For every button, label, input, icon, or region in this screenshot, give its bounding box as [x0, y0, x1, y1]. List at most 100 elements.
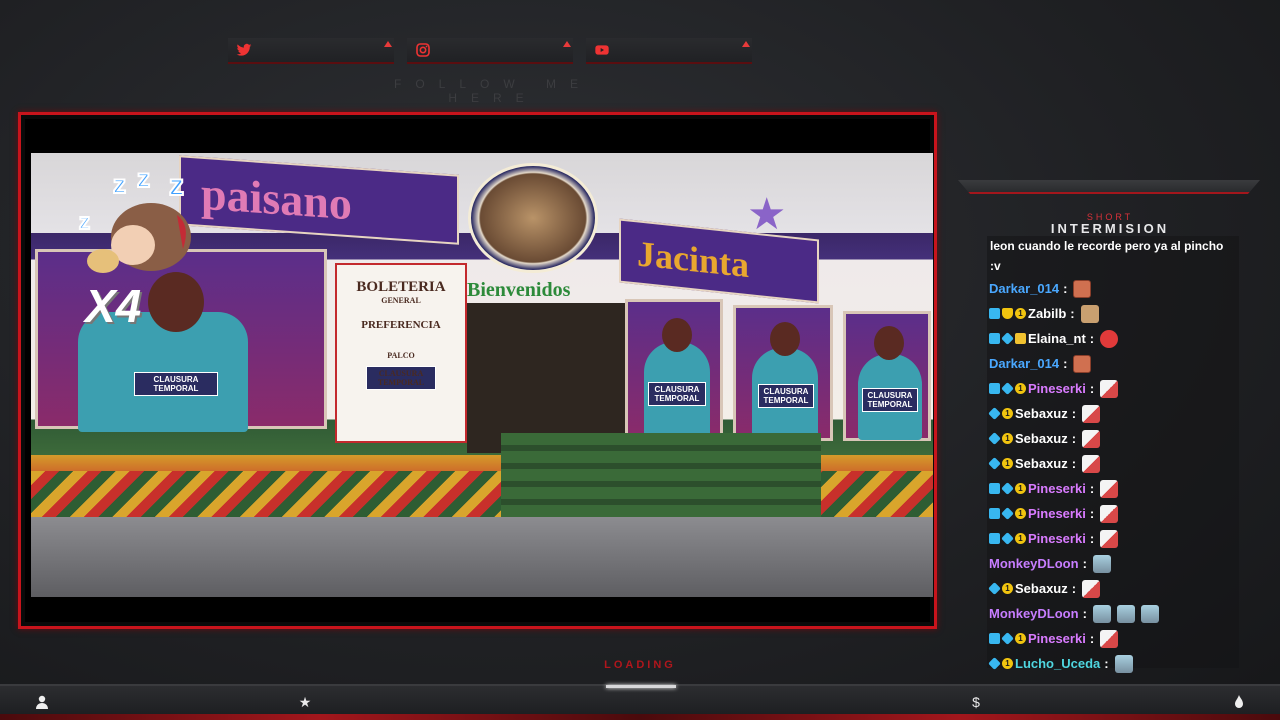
chat-message[interactable]: 1 Sebaxuz:	[988, 451, 1237, 476]
svg-text:z: z	[113, 169, 126, 199]
chat-username[interactable]: Darkar_014	[989, 356, 1059, 371]
group-emote-icon	[1092, 604, 1111, 623]
chat-message[interactable]: Elaina_nt:	[989, 326, 1237, 351]
face-emote-icon	[1073, 279, 1092, 298]
chat-username[interactable]: Pineserki	[1028, 381, 1086, 396]
flame-icon[interactable]	[1231, 694, 1247, 710]
gem-badge-icon	[988, 432, 1001, 445]
social-bar-twitter[interactable]	[228, 38, 394, 64]
social-box	[407, 38, 573, 64]
social-bar-instagram[interactable]	[407, 38, 573, 64]
clausura-plaque: CLAUSURA TEMPORAL	[134, 372, 218, 396]
red-emote-icon	[1100, 329, 1119, 348]
chat-message[interactable]: 1 Pineserki:	[989, 476, 1237, 501]
poster-mid-2: CLAUSURA TEMPORAL	[733, 305, 833, 441]
coin-badge-icon: 1	[1015, 633, 1026, 644]
chat-username[interactable]: Pineserki	[1028, 631, 1086, 646]
chat-message[interactable]: 1 Lucho_Uceda:	[988, 651, 1237, 676]
arrow-up-icon	[384, 41, 392, 47]
chat-username[interactable]: Sebaxuz	[1015, 456, 1068, 471]
dollar-icon[interactable]: $	[968, 694, 984, 710]
clausura-plaque: CLAUSURA TEMPORAL	[862, 388, 918, 412]
youtube-icon	[595, 45, 609, 55]
chat-separator: :	[1071, 406, 1077, 421]
user-icon[interactable]	[34, 694, 50, 710]
shark-emote-icon	[1100, 529, 1119, 548]
chat-message[interactable]: 1 Sebaxuz:	[988, 401, 1237, 426]
chat-separator: :	[1104, 656, 1109, 671]
chat-message[interactable]: MonkeyDLoon:	[989, 551, 1237, 576]
chat-messages: leon cuando le recorde pero ya al pincho…	[988, 236, 1237, 676]
chat-username[interactable]: Zabilb	[1028, 306, 1066, 321]
social-bar-youtube[interactable]	[586, 38, 752, 64]
shark-emote-icon	[1082, 579, 1101, 598]
group-emote-icon	[1116, 604, 1135, 623]
chat-message[interactable]: 1 Sebaxuz:	[988, 576, 1237, 601]
gem-badge-icon	[1001, 482, 1014, 495]
coin-badge-icon: 1	[1002, 408, 1013, 419]
chat-username[interactable]: MonkeyDLoon	[989, 606, 1079, 621]
svg-text:z: z	[79, 209, 90, 234]
chat-message[interactable]: 1 Sebaxuz:	[988, 426, 1237, 451]
chat-username[interactable]: Darkar_014	[989, 281, 1059, 296]
poster-face	[874, 326, 904, 360]
clausura-plaque: CLAUSURA TEMPORAL	[648, 382, 706, 406]
prime-badge-icon	[989, 483, 1000, 494]
clausura-plaque: CLAUSURA TEMPORAL	[758, 384, 814, 408]
chat-separator: :	[1063, 281, 1068, 296]
face-emote-icon	[1073, 354, 1092, 373]
video-letterbox: paisano Jacinta ★ CLAUSURA TEMPORAL BOLE…	[25, 119, 933, 622]
multiplier-label: X4	[85, 280, 142, 332]
shark-emote-icon	[1082, 454, 1101, 473]
chat-message[interactable]: MonkeyDLoon:	[989, 601, 1237, 626]
gem-badge-icon	[1001, 332, 1014, 345]
arrow-up-icon	[742, 41, 750, 47]
group-emote-icon	[1114, 654, 1133, 673]
prime-badge-icon	[989, 383, 1000, 394]
chat-username[interactable]: Sebaxuz	[1015, 431, 1068, 446]
chat-message[interactable]: 1 Pineserki:	[989, 376, 1237, 401]
chat-panel[interactable]: leon cuando le recorde pero ya al pincho…	[987, 236, 1239, 673]
coin-badge-icon: 1	[1015, 308, 1026, 319]
chat-message[interactable]: 1 Zabilb:	[989, 301, 1237, 326]
star-icon[interactable]: ★	[297, 694, 313, 710]
star-decoration-icon: ★	[747, 190, 787, 239]
chat-username[interactable]: MonkeyDLoon	[989, 556, 1079, 571]
social-box	[228, 38, 394, 64]
chat-username[interactable]: Pineserki	[1028, 531, 1086, 546]
chat-frame-top	[958, 180, 1260, 194]
chat-header-title: INTERMISION	[1050, 221, 1170, 236]
poster-face	[662, 318, 692, 352]
chat-username[interactable]: Elaina_nt	[1028, 331, 1086, 346]
paisano-sign-text: paisano	[201, 167, 352, 230]
clausura-plaque: CLAUSURA TEMPORAL	[366, 366, 436, 390]
video-player[interactable]: paisano Jacinta ★ CLAUSURA TEMPORAL BOLE…	[31, 153, 933, 597]
chat-message[interactable]: 1 Pineserki:	[989, 626, 1237, 651]
coin-badge-icon: 1	[1002, 458, 1013, 469]
gem-badge-icon	[1001, 632, 1014, 645]
chat-message[interactable]: 1 Pineserki:	[989, 501, 1237, 526]
chat-message[interactable]: Darkar_014:	[989, 276, 1237, 301]
poster-mid-1: CLAUSURA TEMPORAL	[625, 299, 723, 439]
chat-separator: :	[1071, 581, 1077, 596]
chat-message[interactable]: 1 Pineserki:	[989, 526, 1237, 551]
gem-badge-icon	[988, 657, 1001, 670]
ticket-preferencia: PREFERENCIA	[361, 319, 441, 331]
social-box	[586, 38, 752, 64]
ticket-booth: BOLETERIA GENERAL PREFERENCIA PALCO CLAU…	[335, 263, 467, 443]
chat-frame: SHORT INTERMISION leon cuando le recorde…	[958, 180, 1260, 673]
gem-badge-icon	[1001, 382, 1014, 395]
chat-username[interactable]: Pineserki	[1028, 481, 1086, 496]
chat-username[interactable]: Sebaxuz	[1015, 406, 1068, 421]
portrait-medallion	[468, 163, 598, 273]
shark-emote-icon	[1082, 429, 1101, 448]
coin-badge-icon: 1	[1002, 658, 1013, 669]
prime-badge-icon	[989, 308, 1000, 319]
chat-username[interactable]: Pineserki	[1028, 506, 1086, 521]
chat-username[interactable]: Lucho_Uceda	[1015, 656, 1100, 671]
chat-header: SHORT INTERMISION	[987, 212, 1233, 236]
chat-separator: :	[1089, 481, 1095, 496]
coin-badge-icon: 1	[1015, 383, 1026, 394]
chat-username[interactable]: Sebaxuz	[1015, 581, 1068, 596]
chat-message[interactable]: Darkar_014:	[989, 351, 1237, 376]
